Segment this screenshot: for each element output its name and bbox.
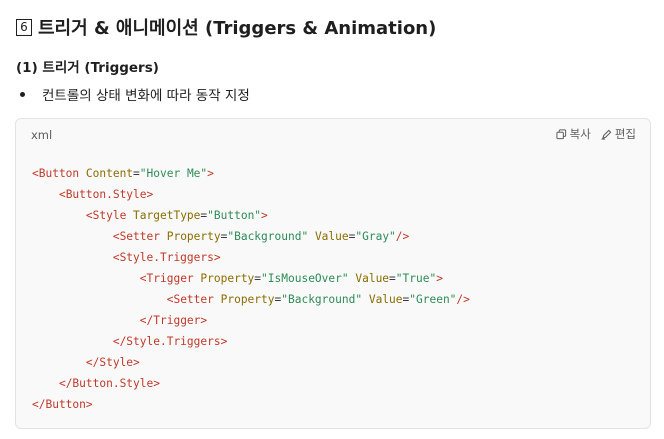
- code-token: =: [133, 167, 140, 180]
- code-token: <Button.Style>: [58, 188, 154, 201]
- code-token: </Trigger>: [139, 314, 208, 327]
- code-token: "Button": [207, 209, 262, 222]
- code-token: Value: [314, 230, 349, 243]
- edit-icon: [601, 129, 612, 140]
- subsection-heading: (1) 트리거 (Triggers): [16, 60, 159, 76]
- code-token: Property: [200, 272, 255, 285]
- list-item-text: 컨트롤의 상태 변화에 따라 동작 지정: [42, 88, 250, 104]
- code-token: =: [389, 272, 396, 285]
- code-token: "IsMouseOver": [261, 272, 349, 285]
- section-number-badge: 6: [16, 18, 32, 36]
- section-title: 트리거 & 애니메이션 (Triggers & Animation): [38, 18, 437, 39]
- code-line: <Style TargetType="Button">: [32, 205, 470, 226]
- code-token: Property: [220, 293, 275, 306]
- code-token: TargetType: [133, 209, 201, 222]
- code-token: "Gray": [355, 230, 396, 243]
- copy-label: 복사: [569, 127, 591, 141]
- code-token: </Style>: [85, 356, 140, 369]
- copy-icon: [556, 128, 567, 140]
- copy-button[interactable]: 복사: [556, 126, 591, 142]
- code-token: />: [456, 293, 470, 306]
- section-heading: 6 트리거 & 애니메이션 (Triggers & Animation): [16, 14, 436, 40]
- code-line: </Button.Style>: [32, 373, 470, 394]
- code-token: "True": [395, 272, 437, 285]
- code-token: >: [207, 167, 214, 180]
- code-token: <Setter: [166, 293, 221, 306]
- code-language-label: xml: [31, 128, 53, 142]
- code-token: "Hover Me": [139, 167, 208, 180]
- code-token: <Style.Triggers>: [112, 251, 221, 264]
- code-token: "Background": [281, 293, 363, 306]
- code-line: </Trigger>: [32, 310, 470, 331]
- code-line: </Style>: [32, 352, 470, 373]
- code-line: <Button Content="Hover Me">: [32, 163, 470, 184]
- code-actions: 복사 편집: [556, 126, 636, 142]
- edit-label: 편집: [614, 127, 636, 141]
- document-page: 6 트리거 & 애니메이션 (Triggers & Animation) (1)…: [0, 0, 664, 439]
- code-content: <Button Content="Hover Me"> <Button.Styl…: [32, 163, 470, 415]
- code-line: <Style.Triggers>: [32, 247, 470, 268]
- code-token: <Trigger: [139, 272, 201, 285]
- code-token: <Style: [85, 209, 134, 222]
- bullet-icon: [20, 91, 25, 97]
- list-item: 컨트롤의 상태 변화에 따라 동작 지정: [20, 84, 250, 104]
- code-line: <Setter Property="Background" Value="Gre…: [32, 289, 470, 310]
- code-token: Property: [166, 230, 221, 243]
- code-line: </Button>: [32, 394, 470, 415]
- code-line: <Button.Style>: [32, 184, 470, 205]
- code-token: >: [436, 272, 443, 285]
- code-token: "Green": [409, 293, 457, 306]
- code-line: <Trigger Property="IsMouseOver" Value="T…: [32, 268, 470, 289]
- code-token: Value: [368, 293, 403, 306]
- code-line: </Style.Triggers>: [32, 331, 470, 352]
- code-token: />: [395, 230, 410, 243]
- code-token: <Button: [32, 167, 86, 180]
- code-token: <Setter: [112, 230, 167, 243]
- code-token: >: [261, 209, 268, 222]
- code-token: "Background": [227, 230, 309, 243]
- code-line: <Setter Property="Background" Value="Gra…: [32, 226, 470, 247]
- code-block: xml 복사 편집 <Button Content="Hover Me"> <B…: [15, 118, 651, 429]
- code-token: </Button>: [32, 398, 93, 411]
- code-token: Value: [355, 272, 390, 285]
- code-token: </Style.Triggers>: [112, 335, 228, 348]
- edit-button[interactable]: 편집: [601, 126, 636, 142]
- code-token: Content: [85, 167, 134, 180]
- code-block-header: xml 복사 편집: [16, 119, 650, 151]
- code-token: </Button.Style>: [58, 377, 160, 390]
